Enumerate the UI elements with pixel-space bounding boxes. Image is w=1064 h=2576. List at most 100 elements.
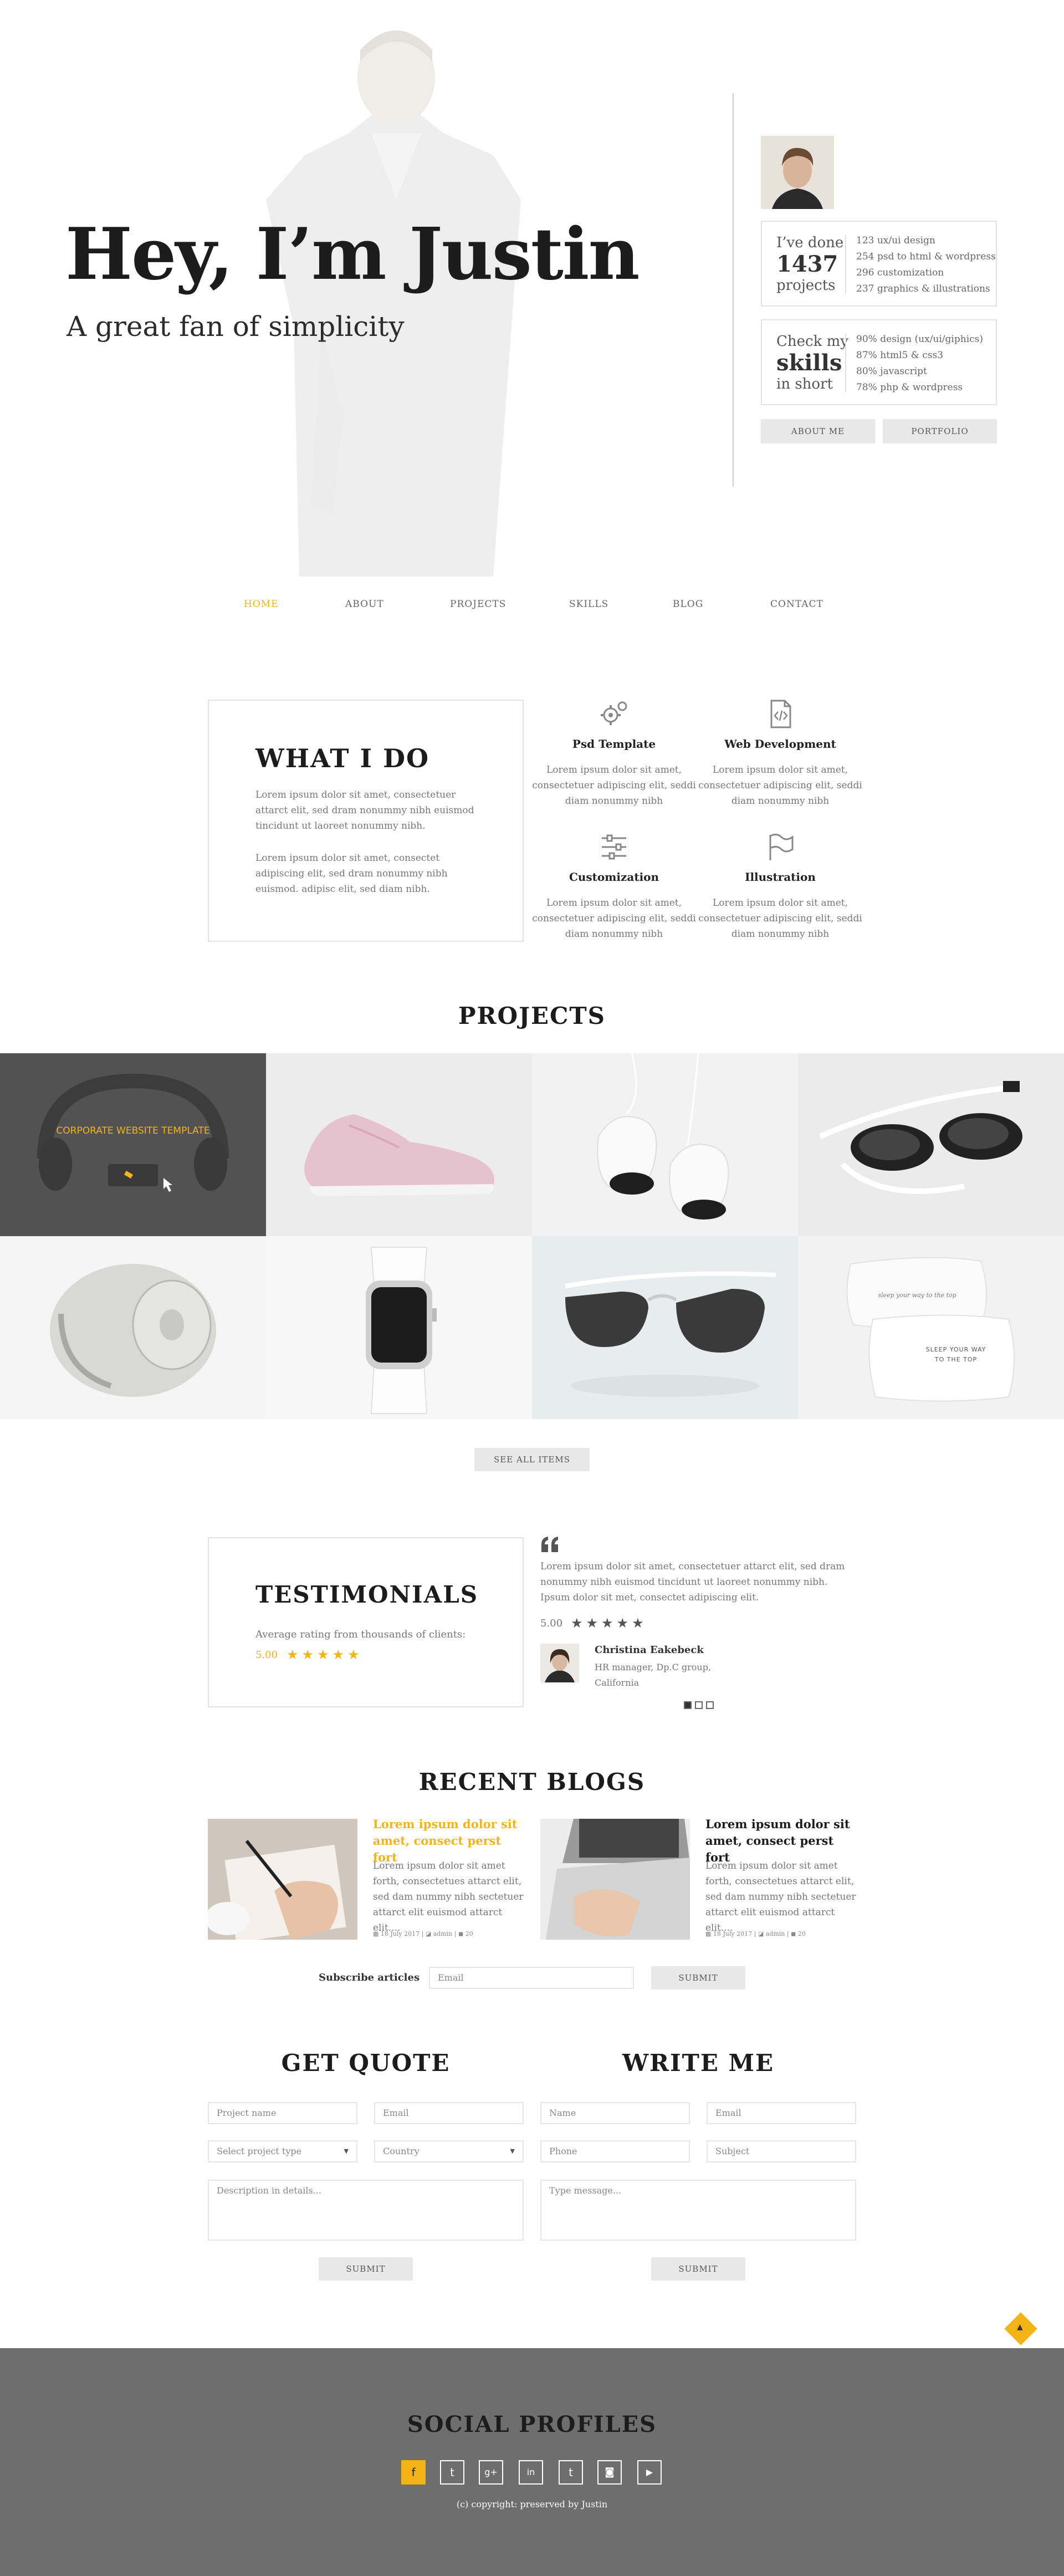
instagram-icon[interactable]: ◙ [597,2460,622,2485]
project-type-select[interactable]: Select project type ▼ [208,2140,357,2162]
about-me-button[interactable]: ABOUT ME [761,419,875,443]
project-name-input[interactable]: Project name [208,2102,357,2124]
what-i-do-title: WHAT I DO [255,743,430,773]
description-textarea[interactable]: Description in details... [208,2180,524,2241]
blog-date: 18 July 2017 [380,1930,420,1937]
avatar [761,136,834,209]
name-input[interactable]: Name [540,2102,690,2124]
project-tile-goggles[interactable] [798,1053,1064,1236]
skills-prefix: Check my [776,333,848,350]
blog-image[interactable] [208,1819,357,1940]
comment-icon: ◼ [791,1930,796,1937]
message-textarea[interactable]: Type message... [540,2180,856,2241]
hero-subtitle: A great fan of simplicity [66,310,405,343]
subscribe-email-input[interactable]: Email [429,1967,634,1989]
nav-about[interactable]: ABOUT [345,599,384,610]
write-email-input[interactable]: Email [707,2102,856,2124]
blog-comments: 20 [797,1930,806,1937]
tumblr-icon[interactable]: t [559,2460,583,2485]
average-rating-stars: ★★★★★ [287,1647,363,1662]
subscribe-submit-button[interactable]: SUBMIT [651,1966,745,1990]
code-file-icon [770,700,791,728]
skill-item: 87% html5 & css3 [856,350,944,361]
see-all-items-button[interactable]: SEE ALL ITEMS [474,1448,590,1471]
write-submit-button[interactable]: SUBMIT [651,2257,745,2281]
quote-submit-button[interactable]: SUBMIT [319,2257,413,2281]
hero-divider [733,93,734,487]
project-tile-sunglasses[interactable] [532,1236,798,1419]
pillow-text-small: sleep your way to the top [878,1292,956,1299]
linkedin-icon[interactable]: in [519,2460,543,2485]
carousel-dot[interactable] [695,1701,703,1709]
done-item: 123 ux/ui design [856,235,935,246]
testimonial-stars: ★★★★★ [571,1615,647,1631]
facebook-icon[interactable]: f [401,2460,426,2485]
service-title: Illustration [745,870,816,884]
sliders-icon [602,834,626,860]
reviewer-avatar [540,1644,579,1682]
nav-blog[interactable]: BLOG [673,599,703,610]
carousel-dot[interactable] [684,1701,692,1709]
quote-icon [541,1537,558,1552]
service-text: Lorem ipsum dolor sit amet, consectetuer… [532,897,696,940]
service-text: Lorem ipsum dolor sit amet, consectetuer… [698,897,862,940]
skill-item: 90% design (ux/ui/giphics) [856,334,984,345]
copyright: (c) copyright: preserved by Justin [456,2499,608,2509]
nav-skills[interactable]: SKILLS [569,599,608,610]
blog-date: 18 July 2017 [713,1930,753,1937]
hero-title: Hey, I’m Justin [65,213,640,296]
country-value: Country [383,2146,420,2156]
testimonials-subtitle: Average rating from thousands of clients… [255,1629,466,1640]
project-tile-speaker-egg[interactable] [0,1236,266,1419]
done-item: 296 customization [856,267,944,278]
blog-excerpt: Lorem ipsum dolor sit amet forth, consec… [373,1860,524,1934]
project-tile-speakers[interactable] [532,1053,798,1236]
pillow-text-big: SLEEP YOUR WAY TO THE TOP [925,1346,986,1363]
done-suffix: projects [776,277,836,294]
carousel-dot[interactable] [706,1701,714,1709]
blog-excerpt: Lorem ipsum dolor sit amet forth, consec… [705,1860,856,1934]
project-tile-sneaker[interactable] [266,1053,532,1236]
projects-done-box: I’ve done 1437 projects 123 ux/ui design… [761,221,997,307]
service-text: Lorem ipsum dolor sit amet, consectetuer… [532,764,696,807]
nav-home[interactable]: HOME [244,599,279,610]
get-quote-title: GET QUOTE [281,2049,451,2077]
google-plus-icon[interactable]: g+ [479,2460,503,2485]
project-overlay-title: CORPORATE WEBSITE TEMPLATE [56,1125,210,1136]
user-icon: ◪ [758,1930,764,1937]
hero-background-figure [266,30,521,577]
calendar-icon: ▦ [373,1930,379,1937]
blog-comments: 20 [465,1930,473,1937]
service-text: Lorem ipsum dolor sit amet, consectetuer… [698,764,862,807]
testimonial-quote: Lorem ipsum dolor sit amet, consectetuer… [540,1561,845,1603]
portfolio-button[interactable]: PORTFOLIO [883,419,997,443]
skills-box: Check my skills in short 90% design (ux/… [761,319,997,405]
subject-input[interactable]: Subject [707,2140,856,2162]
blog-image[interactable] [540,1819,690,1940]
what-i-do-paragraph: Lorem ipsum dolor sit amet, consectet ad… [255,853,448,895]
skill-item: 78% php & wordpress [856,382,963,393]
country-select[interactable]: Country ▼ [374,2140,524,2162]
write-me-title: WRITE ME [622,2049,775,2077]
reviewer-role: HR manager, Dp.C group, California [595,1662,712,1688]
project-tile-watch[interactable] [266,1236,532,1419]
chevron-down-icon: ▼ [344,2147,349,2155]
nav-projects[interactable]: PROJECTS [450,599,506,610]
calendar-icon: ▦ [705,1930,712,1937]
testimonial-rating: 5.00 [540,1618,563,1629]
service-title: Psd Template [572,737,656,751]
phone-input[interactable]: Phone [540,2140,690,2162]
youtube-icon[interactable]: ▶ [637,2460,662,2485]
chevron-down-icon: ▼ [510,2147,515,2155]
done-prefix: I’ve done [776,234,844,251]
quote-email-input[interactable]: Email [374,2102,524,2124]
service-title: Customization [569,870,659,884]
twitter-icon[interactable]: t [440,2460,464,2485]
blog-author: admin [765,1930,785,1937]
nav-contact[interactable]: CONTACT [770,599,823,610]
flag-icon [769,833,794,860]
what-i-do-card: WHAT I DO Lorem ipsum dolor sit amet, co… [208,700,524,942]
project-tile-pillows[interactable]: sleep your way to the top SLEEP YOUR WAY… [798,1236,1064,1419]
project-tile-headphones[interactable]: CORPORATE WEBSITE TEMPLATE [0,1053,266,1236]
chevron-up-icon: ▲ [1017,2323,1023,2332]
